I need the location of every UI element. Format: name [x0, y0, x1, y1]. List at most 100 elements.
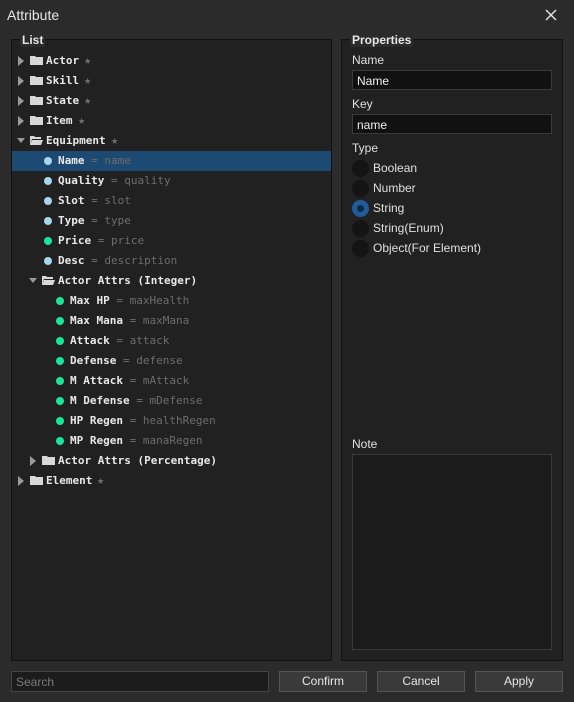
tree-folder[interactable]: Equipment ★	[12, 131, 331, 151]
tree-item[interactable]: Desc = description	[12, 251, 331, 271]
chevron-right-icon[interactable]	[16, 111, 26, 131]
status-dot-icon	[44, 217, 52, 225]
tree-item[interactable]: Defense = defense	[12, 351, 331, 371]
attribute-name: Max Mana	[70, 314, 123, 327]
folder-open-icon	[42, 276, 55, 285]
attribute-key: = quality	[110, 174, 171, 187]
attribute-key: = attack	[116, 334, 170, 347]
attribute-name: Quality	[58, 174, 105, 187]
tree-item[interactable]: M Attack = mAttack	[12, 371, 331, 391]
tree-item-label: Name = name	[58, 154, 131, 167]
tree-item[interactable]: M Defense = mDefense	[12, 391, 331, 411]
type-radio-label[interactable]: String	[373, 201, 404, 215]
apply-button[interactable]: Apply	[475, 671, 563, 692]
star-icon[interactable]: ★	[111, 133, 118, 147]
tree-folder[interactable]: Element ★	[12, 471, 331, 491]
status-dot-icon	[44, 257, 52, 265]
chevron-down-icon[interactable]	[16, 131, 26, 151]
tree-item[interactable]: Type = type	[12, 211, 331, 231]
note-label: Note	[352, 437, 378, 451]
status-dot-icon	[56, 417, 64, 425]
attribute-key: = maxMana	[129, 314, 190, 327]
star-icon[interactable]: ★	[84, 73, 91, 87]
tree-item[interactable]: Attack = attack	[12, 331, 331, 351]
tree-folder-label: State	[46, 94, 80, 107]
search-input[interactable]: Search	[11, 671, 269, 692]
window-title: Attribute	[7, 7, 60, 23]
tree-folder-label: Actor	[46, 54, 80, 67]
tree-item[interactable]: Price = price	[12, 231, 331, 251]
tree-item[interactable]: Max Mana = maxMana	[12, 311, 331, 331]
chevron-right-icon[interactable]	[28, 451, 38, 471]
chevron-right-icon[interactable]	[16, 51, 26, 71]
status-dot-icon	[56, 397, 64, 405]
tree-folder-label: Actor Attrs (Percentage)	[58, 454, 217, 467]
attribute-key: = mDefense	[136, 394, 203, 407]
type-radio[interactable]	[352, 220, 369, 237]
attribute-key: = description	[91, 254, 178, 267]
tree-item-label: Quality = quality	[58, 174, 171, 187]
tree-folder[interactable]: Actor Attrs (Percentage)	[12, 451, 331, 471]
close-icon[interactable]	[540, 4, 562, 26]
tree-folder[interactable]: State ★	[12, 91, 331, 111]
attribute-name: Max HP	[70, 294, 110, 307]
attribute-name: Name	[58, 154, 85, 167]
status-dot-icon	[56, 337, 64, 345]
tree-item-label: HP Regen = healthRegen	[70, 414, 216, 427]
chevron-down-icon[interactable]	[28, 271, 38, 291]
tree-item-label: Defense = defense	[70, 354, 183, 367]
type-radio[interactable]	[352, 200, 369, 217]
star-icon[interactable]: ★	[84, 53, 91, 67]
tree-item[interactable]: MP Regen = manaRegen	[12, 431, 331, 451]
name-field[interactable]: Name	[352, 70, 552, 90]
properties-panel-title: Properties	[350, 33, 414, 47]
note-textarea[interactable]	[352, 454, 552, 650]
tree-item[interactable]: Slot = slot	[12, 191, 331, 211]
type-radio[interactable]	[352, 180, 369, 197]
chevron-right-icon[interactable]	[16, 471, 26, 491]
name-label: Name	[352, 53, 385, 67]
tree-item[interactable]: Name = name	[12, 151, 331, 171]
star-icon[interactable]: ★	[97, 473, 104, 487]
attribute-name: Type	[58, 214, 85, 227]
tree-item-label: M Attack = mAttack	[70, 374, 189, 387]
folder-icon	[30, 476, 43, 485]
star-icon[interactable]: ★	[78, 113, 85, 127]
attribute-key: = maxHealth	[116, 294, 190, 307]
tree-item-label: M Defense = mDefense	[70, 394, 202, 407]
tree-folder[interactable]: Skill ★	[12, 71, 331, 91]
attribute-key: = slot	[91, 194, 131, 207]
type-radio-label[interactable]: String(Enum)	[373, 221, 444, 235]
key-field[interactable]: name	[352, 114, 552, 134]
attribute-key: = price	[97, 234, 145, 247]
folder-icon	[30, 56, 43, 65]
tree-item[interactable]: Quality = quality	[12, 171, 331, 191]
folder-icon	[30, 116, 43, 125]
type-radio[interactable]	[352, 160, 369, 177]
tree-folder[interactable]: Actor ★	[12, 51, 331, 71]
tree-folder-label: Skill	[46, 74, 80, 87]
cancel-button[interactable]: Cancel	[377, 671, 465, 692]
attribute-key: = healthRegen	[129, 414, 216, 427]
type-radio-label[interactable]: Boolean	[373, 161, 417, 175]
type-label: Type	[352, 141, 379, 155]
star-icon[interactable]: ★	[84, 93, 91, 107]
type-radio-label[interactable]: Object(For Element)	[373, 241, 481, 255]
type-radio-label[interactable]: Number	[373, 181, 416, 195]
tree-folder[interactable]: Actor Attrs (Integer)	[12, 271, 331, 291]
tree-folder[interactable]: Item ★	[12, 111, 331, 131]
tree-folder-label: Element	[46, 474, 93, 487]
status-dot-icon	[44, 197, 52, 205]
tree-item[interactable]: HP Regen = healthRegen	[12, 411, 331, 431]
folder-icon	[30, 76, 43, 85]
tree-item[interactable]: Max HP = maxHealth	[12, 291, 331, 311]
key-label: Key	[352, 97, 373, 111]
attribute-name: Attack	[70, 334, 110, 347]
confirm-button[interactable]: Confirm	[279, 671, 367, 692]
status-dot-icon	[44, 177, 52, 185]
chevron-right-icon[interactable]	[16, 91, 26, 111]
tree-item-label: MP Regen = manaRegen	[70, 434, 202, 447]
chevron-right-icon[interactable]	[16, 71, 26, 91]
list-panel-title: List	[20, 33, 46, 47]
type-radio[interactable]	[352, 240, 369, 257]
